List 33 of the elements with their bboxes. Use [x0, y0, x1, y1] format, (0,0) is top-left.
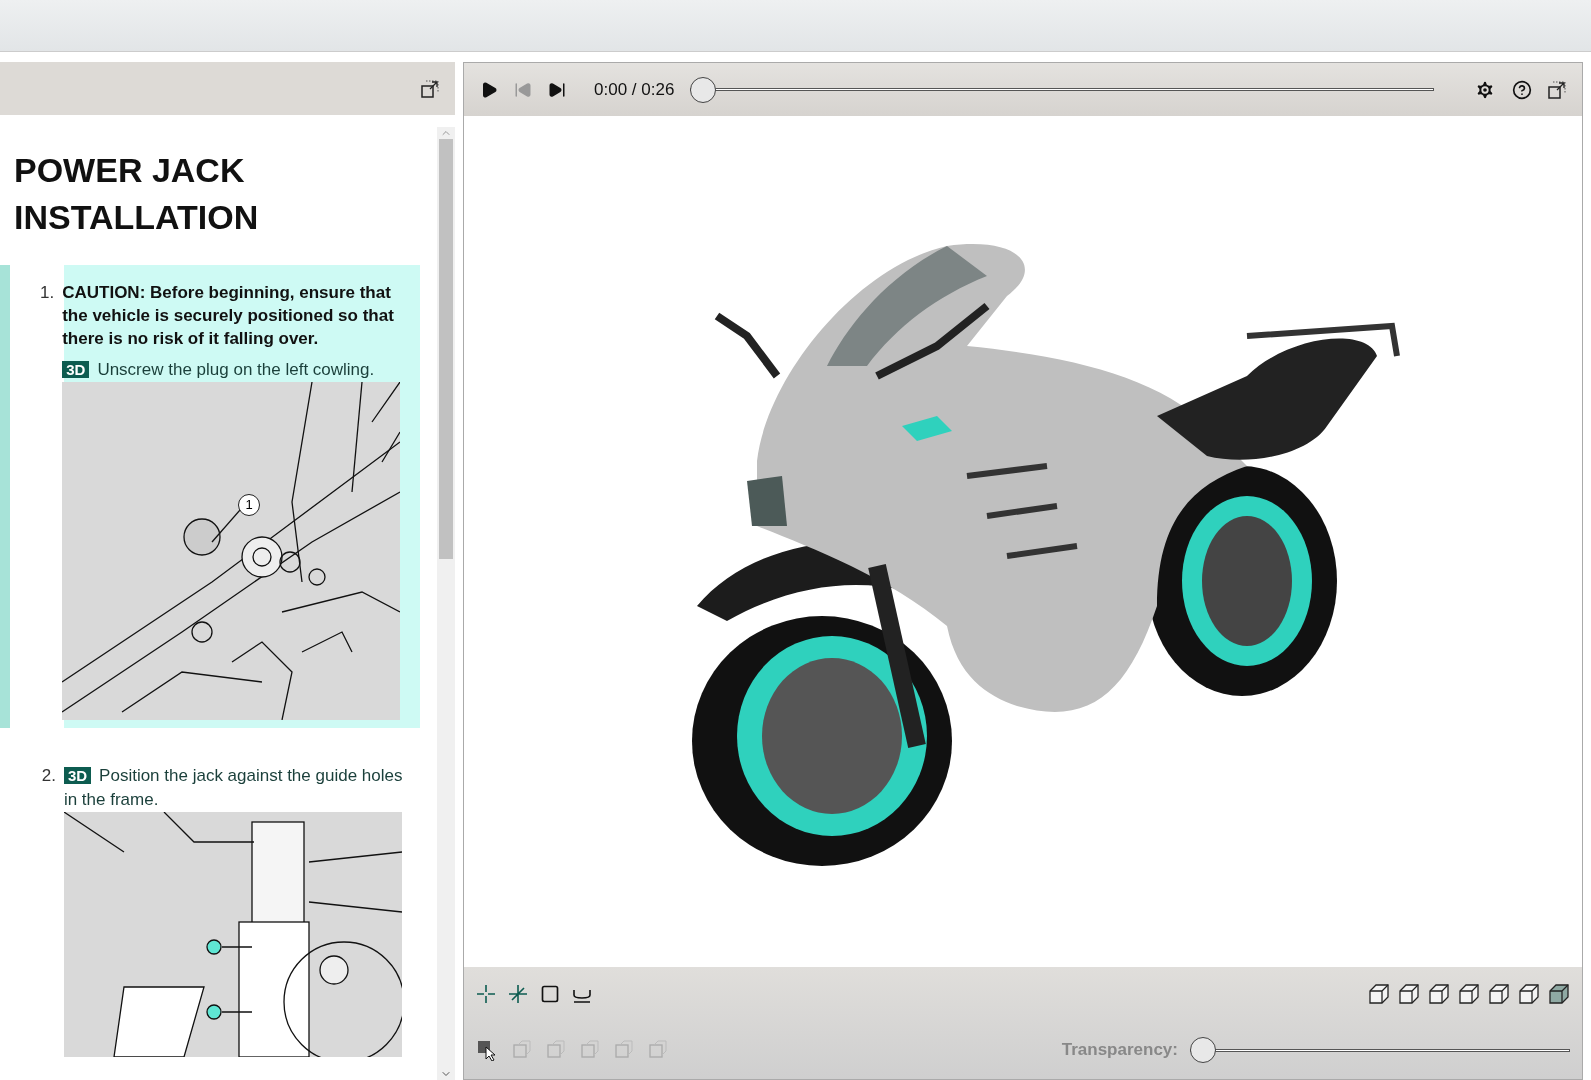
- transparency-slider[interactable]: [1190, 1038, 1570, 1063]
- help-icon[interactable]: [1512, 79, 1532, 100]
- time-display: 0:00 / 0:26: [594, 78, 675, 101]
- scrollbar[interactable]: [437, 127, 455, 1080]
- expand-icon[interactable]: [421, 79, 439, 98]
- view-cube-icon[interactable]: [1458, 983, 1480, 1006]
- skip-forward-icon[interactable]: [548, 80, 566, 99]
- step-number: 1.: [40, 282, 55, 304]
- 3d-link-badge[interactable]: 3D: [63, 767, 92, 784]
- slider-thumb[interactable]: [1190, 1037, 1216, 1064]
- settings-icon[interactable]: [1474, 78, 1496, 101]
- view-cube-icon[interactable]: [1488, 983, 1510, 1006]
- select-tool-icon[interactable]: [476, 1039, 498, 1062]
- asterisk-icon[interactable]: [508, 984, 528, 1005]
- slider-thumb[interactable]: [690, 76, 717, 103]
- 3d-link-badge[interactable]: 3D: [62, 361, 90, 378]
- view-cube-icon[interactable]: [1428, 983, 1450, 1006]
- view-cube-icon[interactable]: [1398, 983, 1420, 1006]
- expand-icon[interactable]: [1548, 80, 1566, 99]
- crosshair-icon[interactable]: [476, 984, 496, 1005]
- play-icon[interactable]: [480, 80, 498, 99]
- scroll-thumb[interactable]: [439, 139, 453, 559]
- step-text: 3D Unscrew the plug on the left cowling.: [62, 358, 412, 382]
- view-cube-icon[interactable]: [1368, 983, 1390, 1006]
- view-cube-icon[interactable]: [1518, 983, 1540, 1006]
- rectangle-icon[interactable]: [540, 984, 560, 1005]
- view-cube-icon[interactable]: [1548, 983, 1570, 1006]
- step-number: 2.: [40, 765, 56, 787]
- caution-text: CAUTION: Before beginning, ensure that the vehicle is securely positioned so that there is no risk of it falling over.: [62, 282, 395, 350]
- step-text: 3D Position the jack against the guide holes in the frame.: [63, 765, 404, 811]
- transparency-label: Transparency:: [1061, 1039, 1178, 1062]
- document-title: POWER JACK INSTALLATION: [13, 150, 260, 238]
- timeline-slider[interactable]: [690, 77, 1434, 102]
